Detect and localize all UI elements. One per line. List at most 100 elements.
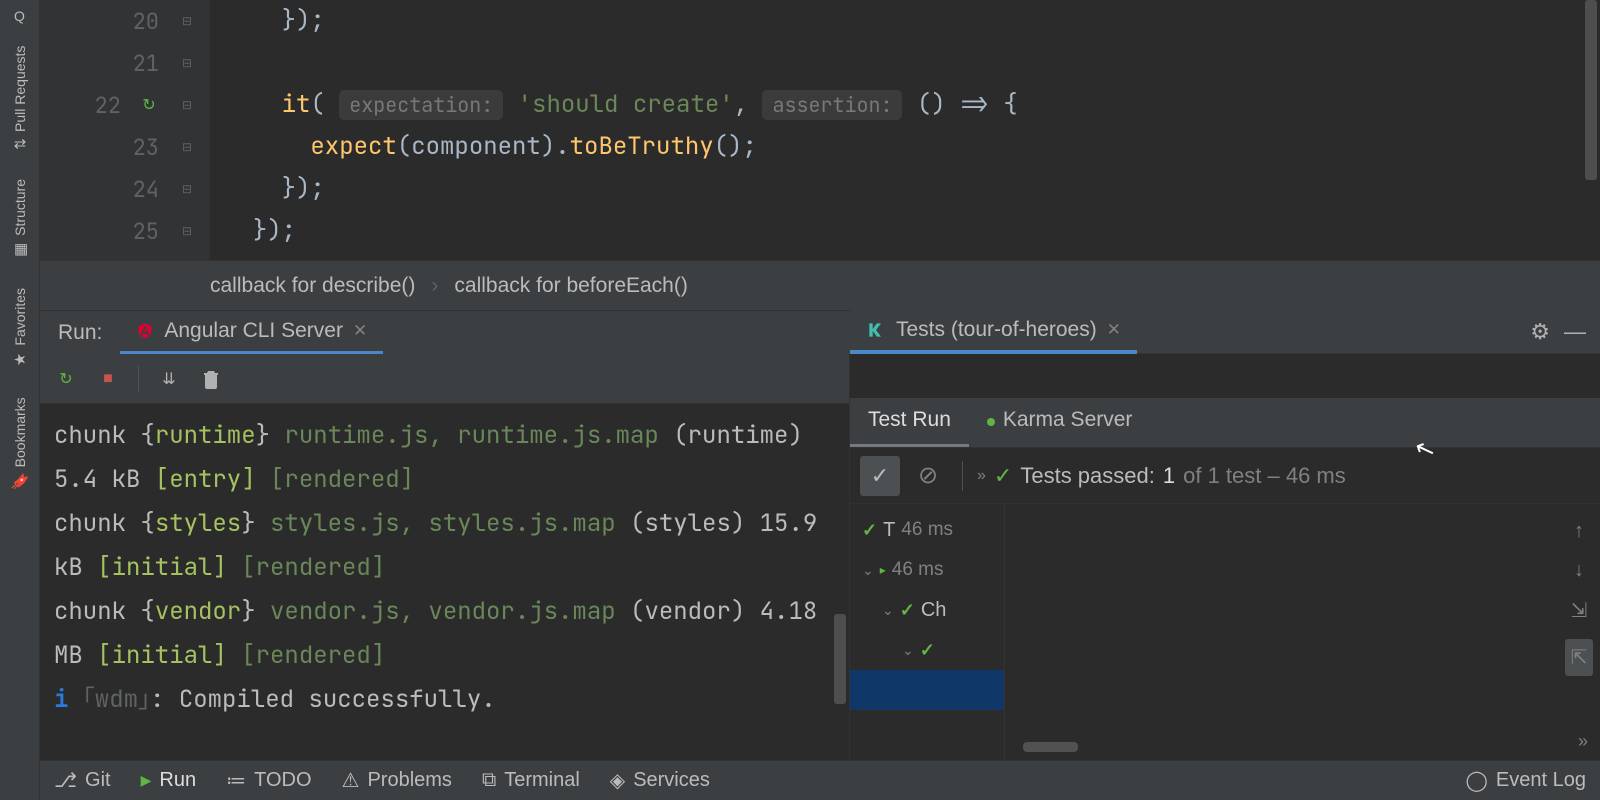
minimize-icon[interactable]: — xyxy=(1564,319,1586,345)
warn-icon: ⚠ xyxy=(342,768,360,793)
event-log-button[interactable]: ◯ Event Log xyxy=(1466,768,1586,793)
tab-test-run[interactable]: Test Run xyxy=(850,396,969,447)
breadcrumb-item[interactable]: callback for beforeEach() xyxy=(454,274,687,298)
fold-icon[interactable]: ⊟ xyxy=(177,221,197,241)
test-subtabs: Test Run Karma Server xyxy=(850,398,1600,448)
run-label: Run: xyxy=(40,321,120,345)
check-icon: ✓ xyxy=(994,463,1012,489)
breadcrumb: callback for describe() › callback for b… xyxy=(40,260,1600,310)
show-passed-button[interactable]: ✓ xyxy=(860,456,900,496)
rail-item[interactable]: Q xyxy=(14,0,25,32)
angular-icon xyxy=(136,322,154,340)
fold-icon[interactable]: ⊟ xyxy=(177,137,197,157)
chevron-down-icon[interactable]: ⌄ xyxy=(862,562,874,579)
editor-scrollbar[interactable] xyxy=(1585,0,1597,180)
close-icon[interactable]: ✕ xyxy=(353,321,367,341)
bottom-todo-button[interactable]: ≔TODO xyxy=(226,768,311,793)
tree-row[interactable]: ⌄✓Ch xyxy=(854,590,1000,630)
bottom-git-button[interactable]: ⎇Git xyxy=(54,768,111,793)
console-output[interactable]: chunk {runtime} runtime.js, runtime.js.m… xyxy=(40,404,849,760)
arrow-down-icon[interactable]: ↓ xyxy=(1574,559,1584,582)
play-icon: ▶ xyxy=(141,772,152,789)
rail-bookmarks[interactable]: 🔖Bookmarks xyxy=(11,383,29,505)
gutter-line[interactable]: 25⊟ xyxy=(40,210,209,252)
rail-favorites[interactable]: ★Favorites xyxy=(11,274,29,384)
overflow-icon[interactable]: » xyxy=(977,467,986,485)
left-tool-rail: Q ⇄Pull Requests ▦Structure ★Favorites 🔖… xyxy=(0,0,40,800)
breadcrumb-item[interactable]: callback for describe() xyxy=(210,274,415,298)
delete-button[interactable] xyxy=(199,367,223,391)
bottom-services-button[interactable]: ◈Services xyxy=(610,768,710,793)
console-line: i ｢wdm｣: Compiled successfully. xyxy=(54,678,835,722)
list-icon: ≔ xyxy=(226,768,246,793)
tests-panel: Tests (tour-of-heroes) ✕ ⚙ — Test Run Ka… xyxy=(850,354,1600,760)
bottom-tool-bar: ⎇Git ▶Run ≔TODO ⚠Problems ⧉Terminal ◈Services… xyxy=(40,760,1600,800)
rail-pull-requests[interactable]: ⇄Pull Requests xyxy=(11,32,29,165)
gear-icon[interactable]: ⚙ xyxy=(1530,319,1550,345)
gutter-line[interactable]: 23⊟ xyxy=(40,126,209,168)
horizontal-scrollbar[interactable] xyxy=(1023,742,1078,752)
test-tree[interactable]: ✓T46 ms⌄▸46 ms⌄✓Ch⌄✓ xyxy=(850,504,1005,760)
close-icon[interactable]: ✕ xyxy=(1107,320,1121,340)
tree-row[interactable]: ⌄▸46 ms xyxy=(854,550,1000,590)
bookmark-icon: 🔖 xyxy=(10,474,28,492)
test-status-text: Tests passed: 1 of 1 test – 46 ms xyxy=(1020,463,1345,489)
event-log-icon: ◯ xyxy=(1466,768,1488,793)
arrow-up-icon[interactable]: ↑ xyxy=(1574,520,1584,543)
console-panel: ↻ ■ ⇊ chunk {runtime} runtime.js, runtim… xyxy=(40,354,850,760)
chevron-down-icon[interactable]: ⌄ xyxy=(882,602,894,619)
gutter-line[interactable]: 24⊟ xyxy=(40,168,209,210)
bottom-problems-button[interactable]: ⚠Problems xyxy=(342,768,452,793)
check-icon: ✓ xyxy=(900,600,915,621)
gutter-line[interactable]: 21⊟ xyxy=(40,42,209,84)
tree-row[interactable]: ⌄✓ xyxy=(854,630,1000,670)
pull-request-icon: ⇄ xyxy=(13,136,26,154)
rail-structure[interactable]: ▦Structure xyxy=(11,165,29,274)
stop-button[interactable]: ■ xyxy=(96,367,120,391)
console-line: chunk {runtime} runtime.js, runtime.js.m… xyxy=(54,414,835,502)
terminal-icon: ⧉ xyxy=(482,769,496,792)
bottom-run-button[interactable]: ▶Run xyxy=(141,769,196,792)
karma-icon xyxy=(866,320,886,340)
fold-icon[interactable]: ⊟ xyxy=(177,95,197,115)
separator xyxy=(138,366,139,392)
fold-icon[interactable]: ⊟ xyxy=(177,53,197,73)
console-scrollbar[interactable] xyxy=(834,614,846,704)
chevron-right-icon: › xyxy=(431,274,438,298)
more-icon[interactable]: » xyxy=(1578,731,1588,752)
console-line: chunk {vendor} vendor.js, vendor.js.map … xyxy=(54,590,835,678)
gutter-line[interactable]: 20⊟ xyxy=(40,0,209,42)
tab-karma-server[interactable]: Karma Server xyxy=(969,396,1151,447)
star-icon: ★ xyxy=(11,351,29,369)
show-ignored-button[interactable]: ⊘ xyxy=(908,456,948,496)
editor[interactable]: 20⊟21⊟22↻⊟23⊟24⊟25⊟ }); it( expectation:… xyxy=(40,0,1600,260)
run-test-icon[interactable]: ↻ xyxy=(139,95,159,115)
fold-icon[interactable]: ⊟ xyxy=(177,179,197,199)
gutter: 20⊟21⊟22↻⊟23⊟24⊟25⊟ xyxy=(40,0,210,260)
fold-icon[interactable]: ⊟ xyxy=(177,11,197,31)
code-area[interactable]: }); it( expectation: 'should create', as… xyxy=(210,0,1600,260)
bottom-terminal-button[interactable]: ⧉Terminal xyxy=(482,769,580,792)
gutter-line[interactable]: 22↻⊟ xyxy=(40,84,209,126)
branch-icon: ⎇ xyxy=(54,768,77,793)
chevron-down-icon[interactable]: ⌄ xyxy=(902,642,914,659)
trash-icon xyxy=(202,369,220,389)
test-output[interactable] xyxy=(1005,504,1558,760)
run-tab-angular-cli[interactable]: Angular CLI Server ✕ xyxy=(120,311,383,355)
structure-icon: ▦ xyxy=(11,242,29,260)
tree-row[interactable]: ✓T46 ms xyxy=(854,510,1000,550)
test-side-toolbar: ↑ ↓ ⇲ ⇱ xyxy=(1558,504,1600,760)
console-line: chunk {styles} styles.js, styles.js.map … xyxy=(54,502,835,590)
tree-selected-row[interactable] xyxy=(850,670,1004,710)
param-hint: assertion: xyxy=(762,90,902,120)
rerun-button[interactable]: ↻ xyxy=(54,367,78,391)
param-hint: expectation: xyxy=(339,90,503,120)
import-icon[interactable]: ⇱ xyxy=(1565,639,1594,676)
export-icon[interactable]: ⇲ xyxy=(1571,598,1588,623)
separator xyxy=(962,461,963,491)
status-dot-icon xyxy=(987,418,995,426)
run-tab-tests[interactable]: Tests (tour-of-heroes) ✕ xyxy=(850,310,1137,354)
layout-button[interactable]: ⇊ xyxy=(157,367,181,391)
run-icon: ▸ xyxy=(880,563,886,577)
console-toolbar: ↻ ■ ⇊ xyxy=(40,354,849,404)
